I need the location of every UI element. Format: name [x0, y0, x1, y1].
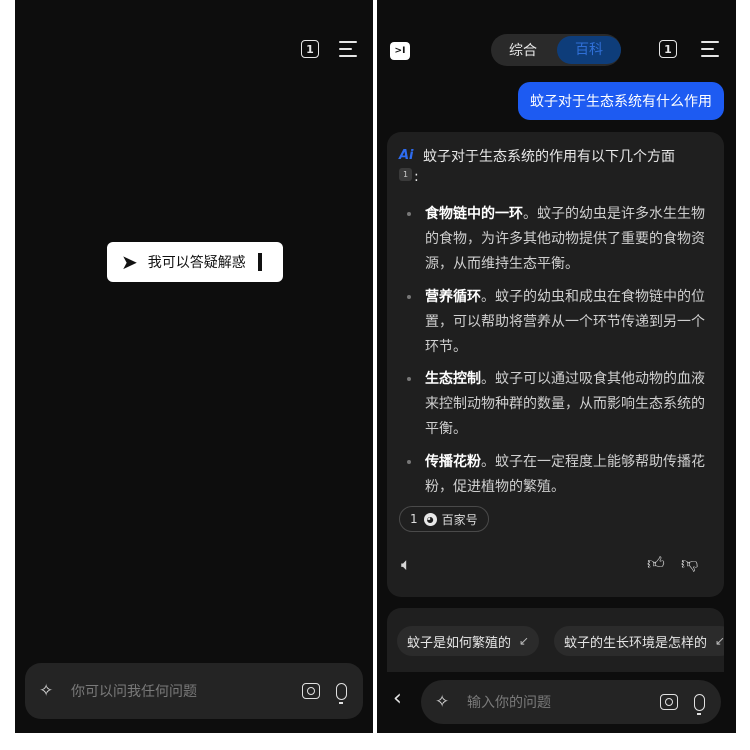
baijiahao-icon: ◕ [423, 512, 437, 526]
play-arrow-icon: ➤ [121, 250, 138, 274]
question-input-bar[interactable]: ✧ 你可以问我任何问题 [25, 663, 363, 719]
bullet-title: 传播花粉 [425, 454, 481, 470]
mode-tab-comprehensive[interactable]: 综合 [491, 40, 555, 60]
bullet-dot [407, 295, 411, 299]
question-input[interactable]: 输入你的问题 [467, 692, 660, 712]
suggestion-chip[interactable]: 蚊子的生长环境是怎样的 ↙ [554, 626, 724, 656]
hint-text: 我可以答疑解惑 [147, 255, 246, 271]
menu-icon [339, 41, 357, 57]
text-cursor [257, 253, 262, 271]
bottom-bar: ‹ ✧ 输入你的问题 [377, 672, 736, 733]
bullet-title: 食物链中的一环 [425, 206, 523, 222]
tab-count-icon: 1 [659, 40, 677, 58]
suggestion-text: 蚊子是如何繁殖的 [407, 635, 512, 651]
answer-card: Ai 蚊子对于生态系统的作用有以下几个方面 1 : 食物链中的一环。蚊子的幼虫是… [387, 132, 724, 597]
bullet-title: 生态控制 [425, 371, 481, 387]
question-input-bar[interactable]: ✧ 输入你的问题 [421, 680, 721, 724]
menu-button[interactable] [701, 41, 719, 57]
intro-colon: : [414, 169, 419, 185]
mode-switch[interactable]: 综合 百科 [491, 34, 621, 66]
source-chip[interactable]: 1 ◕ 百家号 [399, 506, 489, 532]
mode-tab-encyclopedia[interactable]: 百科 [557, 36, 621, 64]
menu-icon [701, 41, 719, 57]
thumbs-down-icon[interactable]: 👎︎ [681, 553, 698, 574]
tab-count-button[interactable]: 1 [659, 40, 677, 58]
camera-icon[interactable] [302, 683, 320, 699]
right-phone-screen: >I 综合 百科 1 蚊子对于生态系统有什么作用 Ai 蚊子对于生态系统的作用有… [377, 0, 736, 733]
tab-count-button[interactable]: 1 [301, 40, 319, 58]
citation-marker[interactable]: 1 [399, 168, 412, 181]
suggestion-text: 蚊子的生长环境是怎样的 [564, 635, 708, 651]
bullet-dot [407, 212, 411, 216]
bullet-dot [407, 460, 411, 464]
assistant-hint-pill: ➤ 我可以答疑解惑 [107, 242, 283, 282]
back-chevron-icon[interactable]: ‹ [393, 688, 402, 710]
suggestions-card: 蚊子是如何繁殖的 ↙ 蚊子的生长环境是怎样的 ↙ [387, 608, 724, 672]
arrow-down-left-icon: ↙ [519, 634, 530, 648]
left-phone-screen: 1 ➤ 我可以答疑解惑 ✧ 你可以问我任何问题 [15, 0, 373, 733]
list-item: 营养循环。蚊子的幼虫和成虫在食物链中的位置，可以帮助将营养从一个环节传递到另一个… [399, 285, 715, 360]
arrow-down-left-icon: ↙ [715, 634, 724, 648]
camera-icon[interactable] [660, 694, 678, 710]
app-logo-icon[interactable]: >I [390, 42, 410, 60]
menu-button[interactable] [339, 41, 357, 57]
bullet-dot [407, 377, 411, 381]
answer-intro: 蚊子对于生态系统的作用有以下几个方面 [423, 149, 675, 165]
microphone-icon[interactable] [336, 682, 347, 704]
ai-badge-icon: Ai [399, 148, 414, 163]
source-name: 百家号 [441, 512, 478, 527]
thumbs-up-icon[interactable]: 👍︎ [647, 553, 665, 574]
suggestion-chip[interactable]: 蚊子是如何繁殖的 ↙ [397, 626, 540, 656]
bullet-title: 营养循环 [425, 289, 481, 305]
sparkle-icon: ✧ [435, 692, 450, 712]
user-message-bubble: 蚊子对于生态系统有什么作用 [518, 82, 724, 120]
screen: 1 ➤ 我可以答疑解惑 ✧ 你可以问我任何问题 >I 综合 百科 1 蚊子对于生… [0, 0, 750, 750]
microphone-icon[interactable] [694, 693, 705, 715]
question-input[interactable]: 你可以问我任何问题 [71, 681, 302, 701]
speaker-icon[interactable]: 🔈︎ [401, 555, 411, 575]
source-count: 1 [410, 512, 418, 526]
sparkle-icon: ✧ [39, 681, 54, 701]
list-item: 生态控制。蚊子可以通过吸食其他动物的血液来控制动物种群的数量，从而影响生态系统的… [399, 367, 715, 442]
list-item: 传播花粉。蚊子在一定程度上能够帮助传播花粉，促进植物的繁殖。 [399, 450, 715, 500]
tab-count-icon: 1 [301, 40, 319, 58]
list-item: 食物链中的一环。蚊子的幼虫是许多水生生物的食物，为许多其他动物提供了重要的食物资… [399, 202, 715, 277]
